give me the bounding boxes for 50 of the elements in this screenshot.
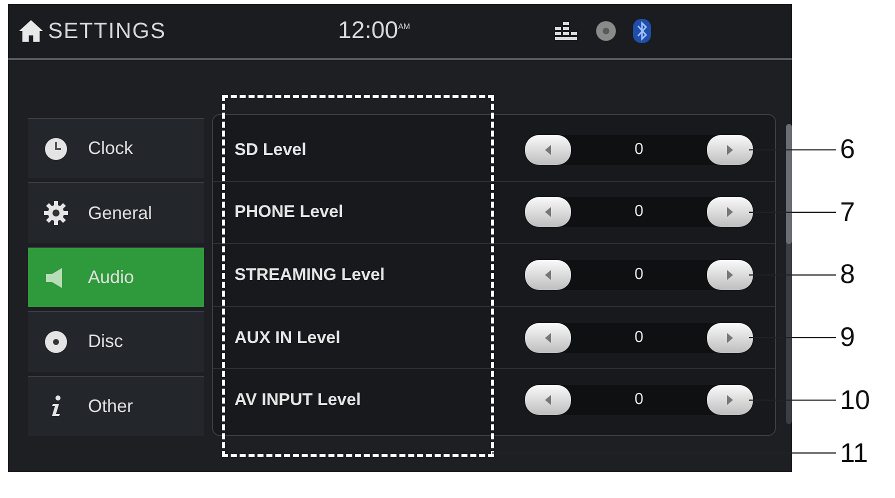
home-icon[interactable] <box>18 19 44 43</box>
clock-icon <box>44 136 68 161</box>
level-value: 0 <box>634 203 644 222</box>
screen-title: SETTINGS <box>48 18 166 44</box>
callout-number: 10 <box>840 384 870 416</box>
decrease-button[interactable] <box>525 385 571 416</box>
setting-label: STREAMING Level <box>234 264 385 285</box>
disc-icon <box>44 330 68 354</box>
equalizer-icon[interactable] <box>553 21 579 41</box>
left-arrow-icon <box>543 206 553 218</box>
increase-button[interactable] <box>707 134 753 165</box>
callout-number: 8 <box>840 259 856 290</box>
callout-number: 6 <box>840 134 856 166</box>
sidebar-tab[interactable]: Disc <box>28 311 204 372</box>
sidebar-tab[interactable]: Other <box>28 376 204 436</box>
gear-icon <box>44 201 68 226</box>
right-arrow-icon <box>725 144 735 156</box>
setting-label: PHONE Level <box>234 202 344 222</box>
increase-button[interactable] <box>707 322 753 353</box>
scrollbar[interactable] <box>786 124 792 424</box>
callout-number: 11 <box>840 438 868 468</box>
left-arrow-icon <box>543 268 553 281</box>
right-arrow-icon <box>725 268 735 281</box>
bluetooth-icon[interactable] <box>633 19 651 43</box>
increase-button[interactable] <box>707 385 753 416</box>
right-arrow-icon <box>725 206 735 218</box>
right-arrow-icon <box>725 394 735 406</box>
left-arrow-icon <box>543 144 553 156</box>
decrease-button[interactable] <box>525 322 571 353</box>
sidebar-tab[interactable]: Clock <box>28 118 204 178</box>
setting-label: SD Level <box>234 140 306 160</box>
setting-label: AV INPUT Level <box>234 390 361 410</box>
right-arrow-icon <box>725 332 735 344</box>
decrease-button[interactable] <box>525 134 571 165</box>
clock-time: 12:00$^{AM}$ <box>338 17 412 45</box>
increase-button[interactable] <box>707 260 753 290</box>
level-value: 0 <box>634 391 644 410</box>
left-arrow-icon <box>543 394 553 406</box>
disc-icon[interactable] <box>595 20 617 42</box>
increase-button[interactable] <box>707 197 753 228</box>
setting-label: AUX IN Level <box>234 328 340 348</box>
level-value: 0 <box>634 266 644 284</box>
decrease-button[interactable] <box>525 260 571 290</box>
decrease-button[interactable] <box>525 197 571 228</box>
level-value: 0 <box>634 140 644 159</box>
left-arrow-icon <box>543 332 553 344</box>
sidebar-tab[interactable]: General <box>28 182 204 243</box>
level-value: 0 <box>634 328 644 347</box>
callout-number: 7 <box>840 196 856 228</box>
callout-number: 9 <box>840 322 856 354</box>
